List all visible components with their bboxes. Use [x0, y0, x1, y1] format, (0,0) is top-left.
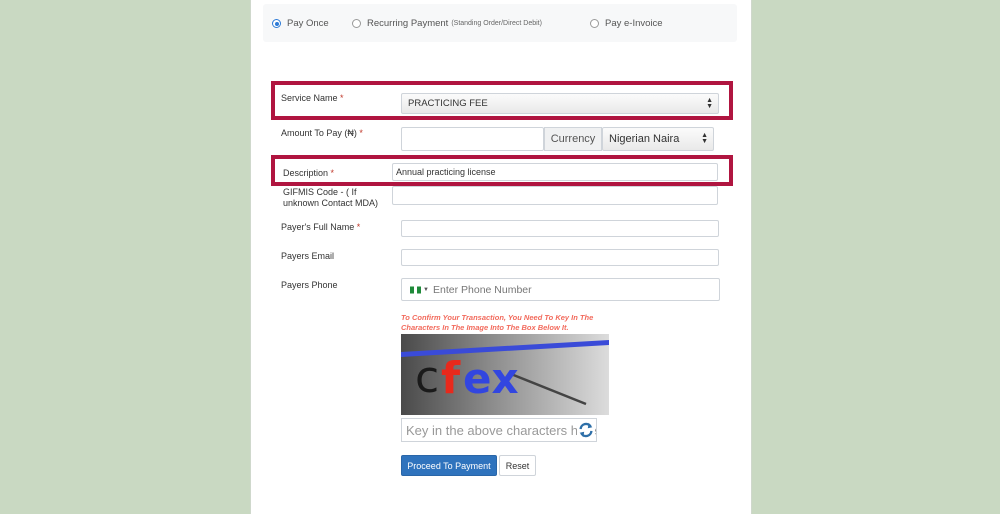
captcha-char-f: f	[441, 353, 461, 404]
reset-button[interactable]: Reset	[499, 455, 536, 476]
currency-select[interactable]: Nigerian Naira ▲ ▼	[602, 127, 714, 151]
highlight-box-description	[271, 155, 733, 186]
captcha-noise-line-dark	[510, 372, 587, 406]
phone-placeholder: Enter Phone Number	[433, 283, 532, 296]
radio-button[interactable]	[590, 19, 599, 28]
full-name-label: Payer's Full Name *	[281, 222, 361, 232]
phone-input[interactable]: ▼ Enter Phone Number	[401, 278, 720, 301]
captcha-char-c: c	[415, 352, 439, 403]
radio-button-checked[interactable]	[272, 19, 281, 28]
gifmis-code-label: GIFMIS Code - ( If unknown Contact MDA)	[283, 187, 379, 208]
captcha-placeholder: Key in the above characters here	[406, 422, 597, 438]
captcha-chars-ex: ex	[463, 354, 519, 403]
radio-label: Pay Once	[287, 18, 329, 29]
nigeria-flag-icon[interactable]	[410, 286, 422, 293]
email-label: Payers Email	[281, 251, 335, 261]
radio-label: Pay e-Invoice	[605, 18, 663, 29]
select-arrows-icon: ▲ ▼	[701, 132, 708, 145]
radio-note: (Standing Order/Direct Debit)	[451, 20, 542, 27]
radio-pay-e-invoice[interactable]: Pay e-Invoice	[590, 18, 663, 29]
phone-label: Payers Phone	[281, 280, 338, 290]
chevron-down-icon[interactable]: ▼	[423, 287, 429, 293]
radio-pay-once[interactable]: Pay Once	[272, 18, 329, 29]
full-name-input[interactable]	[401, 220, 719, 237]
refresh-icon[interactable]	[577, 421, 595, 439]
radio-button[interactable]	[352, 19, 361, 28]
captcha-instructions: To Confirm Your Transaction, You Need To…	[401, 313, 594, 332]
gifmis-code-input[interactable]	[392, 186, 718, 205]
email-input[interactable]	[401, 249, 719, 266]
amount-input[interactable]	[401, 127, 544, 151]
amount-label: Amount To Pay (₦) *	[281, 128, 363, 138]
captcha-image: c f ex	[401, 334, 609, 415]
radio-label: Recurring Payment	[367, 18, 449, 29]
proceed-to-payment-button[interactable]: Proceed To Payment	[401, 455, 497, 476]
highlight-box-service-name	[271, 81, 733, 120]
captcha-graphic: c f ex	[401, 340, 609, 406]
currency-label: Currency	[544, 127, 602, 151]
captcha-input[interactable]: Key in the above characters here	[401, 418, 597, 442]
radio-recurring-payment[interactable]: Recurring Payment (Standing Order/Direct…	[352, 18, 542, 29]
